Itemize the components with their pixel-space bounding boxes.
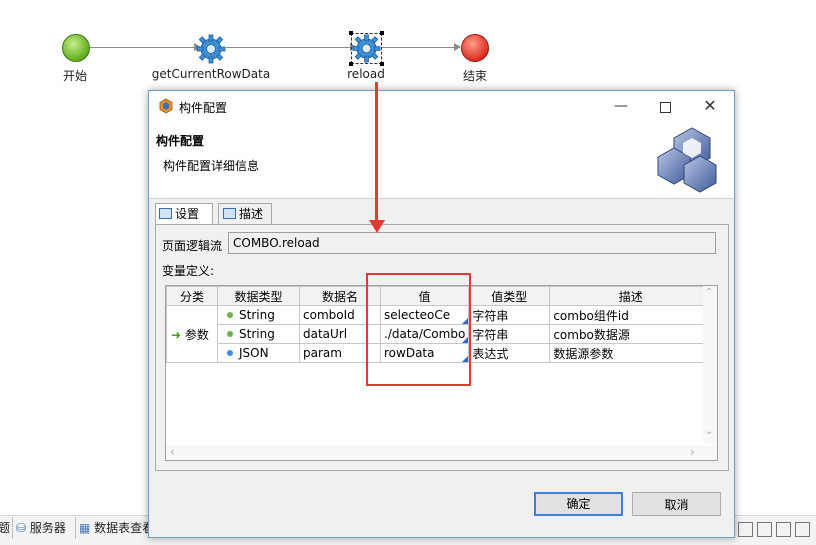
maximize-button[interactable] [643, 95, 687, 119]
tab-settings[interactable]: 设置 [155, 203, 213, 226]
tab-settings-label: 设置 [175, 207, 200, 221]
column-header[interactable]: 值类型 [468, 286, 551, 306]
gear-icon [352, 34, 381, 63]
minimize-panel-icon[interactable] [738, 522, 753, 537]
flow-line-2 [226, 47, 353, 48]
monitor-icon [159, 208, 172, 219]
page-logic-label: 页面逻辑流 [162, 239, 223, 253]
selection-handle[interactable] [380, 62, 384, 66]
step-label-getcurrentrowdata: getCurrentRowData [151, 67, 271, 81]
start-node[interactable] [61, 33, 91, 63]
annotation-highlight-box [366, 273, 471, 386]
dialog-titlebar[interactable]: 构件配置 — ✕ [149, 91, 734, 122]
data-type-cell: String [217, 305, 300, 325]
end-node-label: 结束 [462, 69, 487, 83]
header-title: 构件配置 [156, 134, 205, 148]
scroll-up-icon[interactable]: ⌃ [705, 287, 713, 298]
close-panel-icon[interactable] [795, 522, 810, 537]
tab-description-label: 描述 [239, 207, 264, 221]
maximize-icon [659, 102, 671, 113]
description-cell: 数据源参数 [549, 343, 713, 363]
scroll-left-icon[interactable]: ‹ [170, 445, 175, 459]
app-logo-icon [159, 98, 173, 114]
tab-servers[interactable]: ⛁ 服务器 [12, 517, 66, 539]
string-type-icon [227, 331, 233, 337]
data-type-text: JSON [239, 346, 269, 360]
data-type-cell: String [217, 324, 300, 344]
var-def-label: 变量定义: [162, 264, 215, 278]
vertical-scrollbar[interactable]: ⌃ ⌄ [703, 286, 717, 444]
selection-handle[interactable] [349, 31, 353, 35]
data-type-text: String [239, 327, 275, 341]
monitor-icon [223, 208, 236, 219]
end-node[interactable] [460, 33, 490, 63]
close-icon: ✕ [703, 96, 717, 115]
data-type-text: String [239, 308, 275, 322]
horizontal-scrollbar[interactable]: ‹ › [166, 445, 717, 460]
annotation-arrowhead [369, 220, 385, 233]
value-type-cell[interactable]: 字符串 [468, 305, 551, 325]
tab-servers-label: 服务器 [29, 521, 66, 535]
dialog-title: 构件配置 [179, 101, 228, 115]
selection-handle[interactable] [380, 31, 384, 35]
maximize-panel-icon[interactable] [757, 522, 772, 537]
green-arrow-icon: ➜ [171, 327, 182, 342]
minimize-button[interactable]: — [599, 95, 643, 119]
step-node-getcurrentrowdata[interactable] [196, 34, 226, 64]
flow-line-1 [90, 47, 197, 48]
minimize-icon: — [614, 98, 628, 114]
dialog-header: 构件配置 构件配置详细信息 [149, 122, 734, 199]
server-icon: ⛁ [16, 521, 27, 535]
scroll-down-icon[interactable]: ⌄ [705, 426, 713, 437]
table-icon: ▦ [79, 521, 91, 535]
tab-partial[interactable]: 题 [0, 517, 10, 539]
tab-description[interactable]: 描述 [218, 203, 272, 225]
gear-icon [196, 34, 226, 64]
selection-handle[interactable] [349, 62, 353, 66]
tab-partial-label: 题 [0, 521, 11, 535]
step-label-reload: reload [347, 67, 385, 81]
step-node-reload[interactable] [349, 31, 384, 66]
cancel-button[interactable]: 取消 [632, 492, 721, 516]
page-logic-field[interactable]: COMBO.reload [228, 232, 716, 254]
data-type-cell: JSON [217, 343, 300, 363]
group-label: 参数 [184, 327, 209, 342]
annotation-arrow [375, 82, 378, 222]
header-description: 构件配置详细信息 [163, 159, 260, 173]
description-cell: combo组件id [549, 305, 713, 325]
tab-db-viewer-label: 数据表查看 [94, 521, 155, 535]
column-header[interactable]: 数据类型 [217, 286, 300, 306]
column-header[interactable]: 分类 [166, 286, 218, 306]
column-header[interactable]: 描述 [549, 286, 713, 306]
value-type-cell[interactable]: 字符串 [468, 324, 551, 344]
value-type-cell[interactable]: 表达式 [468, 343, 551, 363]
close-button[interactable]: ✕ [688, 95, 732, 119]
ok-button[interactable]: 确定 [534, 492, 623, 516]
restore-panel-icon[interactable] [776, 522, 791, 537]
tab-db-viewer[interactable]: ▦ 数据表查看 [75, 517, 154, 539]
component-cubes-icon [657, 127, 717, 193]
scroll-right-icon[interactable]: › [690, 445, 695, 459]
group-cell: ➜ 参数 [166, 305, 218, 363]
flow-line-3 [382, 47, 457, 48]
start-node-label: 开始 [62, 69, 87, 83]
json-type-icon [227, 350, 233, 356]
start-circle-icon [62, 34, 90, 62]
string-type-icon [227, 312, 233, 318]
end-circle-icon [461, 34, 489, 62]
description-cell: combo数据源 [549, 324, 713, 344]
